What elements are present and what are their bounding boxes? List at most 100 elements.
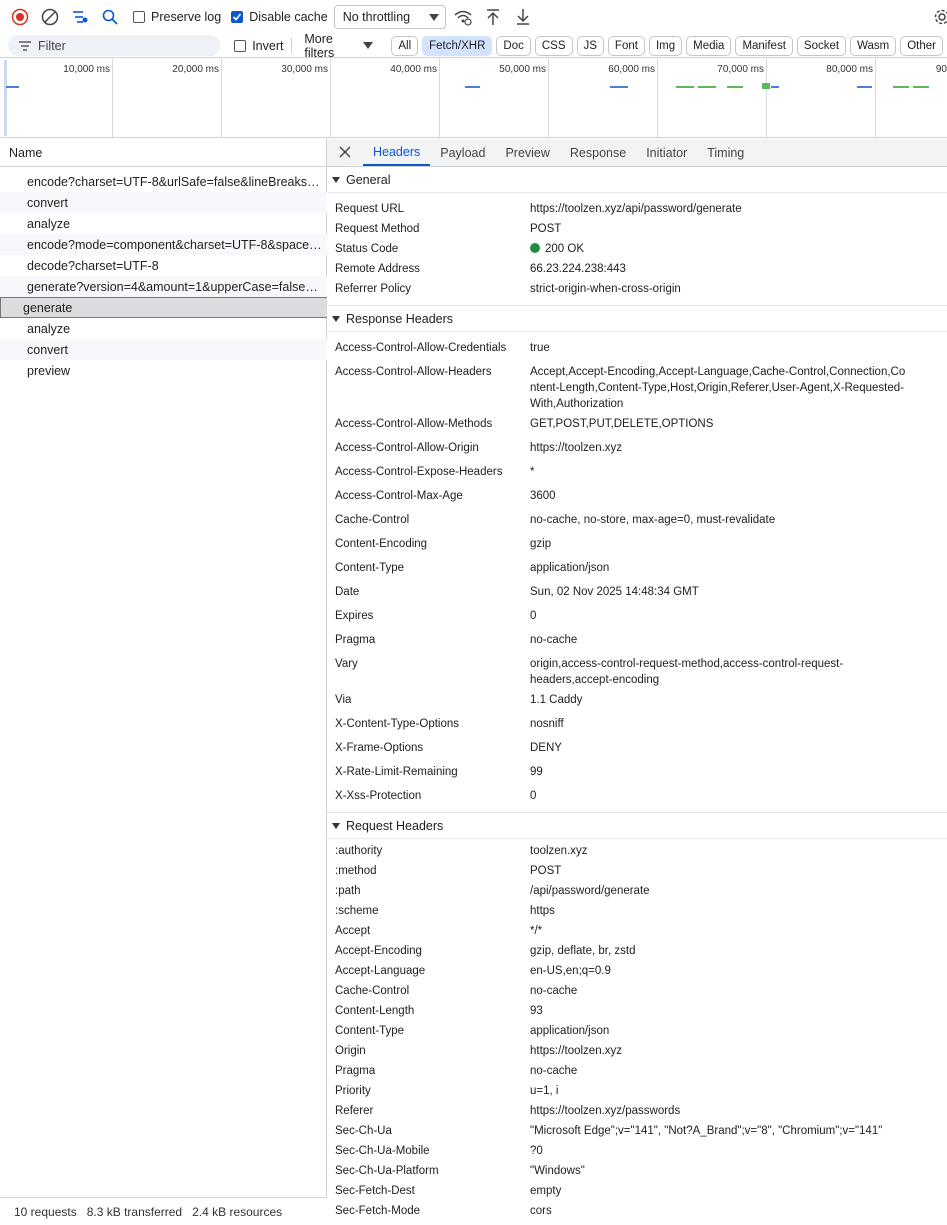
overview-gridline	[766, 58, 767, 137]
invert-checkbox[interactable]: Invert	[234, 39, 283, 53]
overview-tick-label: 60,000 ms	[608, 64, 655, 75]
header-value: */*	[530, 925, 543, 937]
header-key: Referrer Policy	[335, 283, 412, 295]
header-key: Origin	[335, 1045, 366, 1057]
more-filters-button[interactable]: More filters	[304, 32, 374, 60]
header-row: X-Rate-Limit-Remaining 99	[327, 764, 947, 788]
overview-tick-label: 30,000 ms	[281, 64, 328, 75]
request-row[interactable]: decode?charset=UTF-8	[0, 255, 327, 276]
header-value: origin,access-control-request-method,acc…	[530, 658, 844, 686]
header-row: Accept-Language en-US,en;q=0.9	[327, 963, 947, 983]
header-value: application/json	[530, 562, 610, 574]
chip-all[interactable]: All	[391, 35, 419, 56]
overview-selection-handle[interactable]	[4, 60, 7, 136]
chip-manifest[interactable]: Manifest	[735, 35, 793, 56]
header-key: :method	[335, 865, 377, 877]
invert-label: Invert	[252, 38, 284, 53]
header-key: Sec-Ch-Ua-Mobile	[335, 1145, 430, 1157]
network-overview-timeline[interactable]: 10,000 ms 20,000 ms 30,000 ms 40,000 ms …	[0, 57, 947, 138]
tab-preview[interactable]: Preview	[495, 140, 559, 166]
checkbox-box-checked[interactable]	[231, 11, 244, 23]
clear-icon[interactable]	[37, 4, 63, 30]
chip-css[interactable]: CSS	[534, 35, 573, 56]
request-row[interactable]: convert	[0, 339, 327, 360]
header-row: Sec-Fetch-Mode cors	[327, 1203, 947, 1223]
chip-other[interactable]: Other	[900, 35, 943, 56]
filter-icon	[19, 40, 31, 51]
request-row[interactable]: convert	[0, 192, 327, 213]
record-icon[interactable]	[7, 4, 33, 30]
header-value: ?0	[530, 1145, 543, 1157]
header-row: Remote Address 66.23.224.238:443	[327, 261, 947, 281]
tab-initiator[interactable]: Initiator	[636, 140, 697, 166]
header-row: Pragma no-cache	[327, 1063, 947, 1083]
tab-timing[interactable]: Timing	[697, 140, 754, 166]
request-row[interactable]: analyze	[0, 213, 327, 234]
overview-gridline	[112, 58, 113, 137]
header-row: Request Method POST	[327, 221, 947, 241]
overview-request-bar	[698, 86, 716, 88]
tab-response[interactable]: Response	[560, 140, 636, 166]
tab-headers[interactable]: Headers	[363, 140, 431, 166]
request-headers-section-header[interactable]: Request Headers	[327, 813, 947, 839]
header-value: https	[530, 905, 555, 917]
header-key: Access-Control-Allow-Origin	[335, 442, 479, 454]
gear-icon[interactable]	[929, 4, 947, 30]
tab-payload[interactable]: Payload	[430, 140, 495, 166]
network-conditions-icon[interactable]	[450, 4, 476, 30]
chip-media[interactable]: Media	[686, 35, 732, 56]
header-value: application/json	[530, 1025, 610, 1037]
header-key: Sec-Ch-Ua	[335, 1125, 392, 1137]
header-value: en-US,en;q=0.9	[530, 965, 611, 977]
throttling-select[interactable]: No throttling	[333, 5, 446, 29]
request-row[interactable]: encode?mode=component&charset=UTF-8&spac…	[0, 234, 327, 255]
overview-request-bar	[762, 83, 770, 89]
header-row: Origin https://toolzen.xyz	[327, 1043, 947, 1063]
filter-input[interactable]: Filter	[8, 35, 221, 56]
chip-font[interactable]: Font	[607, 35, 645, 56]
name-column-header[interactable]: Name	[0, 139, 326, 167]
overview-request-bar	[913, 86, 929, 88]
header-value: POST	[530, 223, 562, 235]
chip-socket[interactable]: Socket	[796, 35, 847, 56]
header-row: Access-Control-Allow-Headers Accept,Accep…	[327, 364, 947, 416]
header-row: Content-Encoding gzip	[327, 536, 947, 560]
general-section-header[interactable]: General	[327, 167, 947, 193]
request-row[interactable]: encode?charset=UTF-8&urlSafe=false&lineB…	[0, 171, 327, 192]
close-icon[interactable]	[327, 139, 363, 166]
request-row[interactable]: preview	[0, 360, 327, 381]
request-row[interactable]: generate?version=4&amount=1&upperCase=fa…	[0, 276, 327, 297]
header-key: Content-Type	[335, 562, 405, 574]
header-row: Sec-Fetch-Dest empty	[327, 1183, 947, 1203]
filter-bar: Filter Invert More filters All Fetch/XHR…	[0, 32, 947, 60]
header-key: Access-Control-Allow-Methods	[335, 418, 493, 430]
throttling-value: No throttling	[342, 10, 411, 24]
overview-gridline	[657, 58, 658, 137]
overview-tick-label: 40,000 ms	[390, 64, 437, 75]
request-row[interactable]: analyze	[0, 318, 327, 339]
header-row: Access-Control-Max-Age 3600	[327, 488, 947, 512]
header-value: gzip	[530, 538, 552, 550]
request-name: preview	[27, 363, 71, 378]
header-value: 93	[530, 1005, 543, 1017]
request-row-selected[interactable]: generate	[0, 297, 327, 318]
header-key: X-Frame-Options	[335, 742, 424, 754]
header-key: Request Method	[335, 223, 420, 235]
chip-js[interactable]: JS	[576, 35, 604, 56]
request-details-pane: Headers Payload Preview Response Initiat…	[327, 139, 947, 1225]
checkbox-box[interactable]	[133, 11, 145, 23]
chip-img[interactable]: Img	[648, 35, 683, 56]
filter-settings-icon[interactable]	[67, 4, 93, 30]
header-row: Via 1.1 Caddy	[327, 692, 947, 716]
status-code-text: 200 OK	[545, 243, 584, 255]
chip-wasm[interactable]: Wasm	[850, 35, 897, 56]
chip-fetch-xhr[interactable]: Fetch/XHR	[422, 35, 493, 56]
search-icon[interactable]	[97, 4, 123, 30]
import-har-icon[interactable]	[480, 4, 506, 30]
disable-cache-checkbox[interactable]: Disable cache	[231, 10, 328, 24]
checkbox-box[interactable]	[234, 39, 247, 52]
preserve-log-checkbox[interactable]: Preserve log	[133, 10, 221, 24]
chip-doc[interactable]: Doc	[496, 35, 531, 56]
export-har-icon[interactable]	[510, 4, 536, 30]
response-headers-section-header[interactable]: Response Headers	[327, 306, 947, 332]
